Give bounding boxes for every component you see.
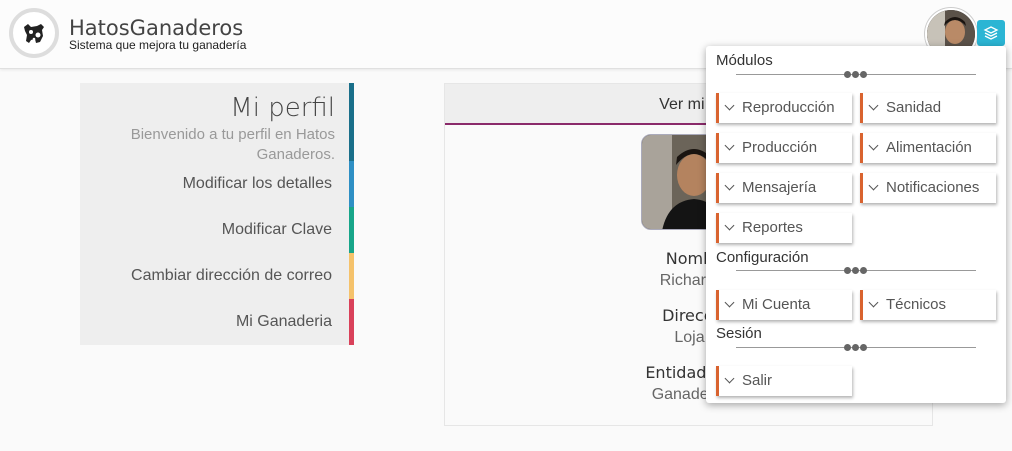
menu-item-modify-password[interactable]: Modificar Clave — [80, 207, 354, 253]
module-button-sanidad[interactable]: Sanidad — [860, 93, 996, 123]
module-button-reportes[interactable]: Reportes — [716, 213, 852, 243]
modules-dropdown: Módulos Reproducción Sanidad Producción … — [706, 46, 1006, 403]
chevron-down-icon — [868, 180, 879, 191]
config-button-tecnicos[interactable]: Técnicos — [860, 290, 996, 320]
section-title-configuration: Configuración — [716, 249, 809, 266]
menu-item-change-email[interactable]: Cambiar dirección de correo — [80, 253, 354, 299]
config-button-mi-cuenta[interactable]: Mi Cuenta — [716, 290, 852, 320]
brand-subtitle: Sistema que mejora tu ganadería — [69, 38, 247, 52]
page-title: Mi perfil — [230, 93, 335, 123]
brand-title[interactable]: HatosGanaderos — [69, 16, 243, 40]
button-label: Salir — [742, 372, 773, 389]
section-title-modules: Módulos — [716, 52, 773, 69]
section-title-session: Sesión — [716, 325, 762, 342]
button-label: Mensajería — [742, 179, 817, 196]
button-label: Sanidad — [886, 99, 942, 116]
dots-icon — [844, 266, 868, 277]
button-label: Producción — [742, 139, 818, 156]
profile-menu-header: Mi perfil Bienvenido a tu perfil en Hato… — [80, 83, 354, 163]
button-label: Mi Cuenta — [742, 296, 811, 313]
welcome-text: Bienvenido a tu perfil en Hatos Ganadero… — [130, 126, 335, 163]
chevron-down-icon — [868, 100, 879, 111]
chevron-down-icon — [724, 140, 735, 151]
chevron-down-icon — [724, 297, 735, 308]
chevron-down-icon — [724, 373, 735, 384]
layers-icon[interactable] — [977, 20, 1005, 46]
cow-icon[interactable] — [9, 8, 59, 58]
button-label: Técnicos — [886, 296, 947, 313]
chevron-down-icon — [724, 180, 735, 191]
chevron-down-icon — [868, 140, 879, 151]
module-button-produccion[interactable]: Producción — [716, 133, 852, 163]
button-label: Alimentación — [886, 139, 972, 156]
chevron-down-icon — [724, 220, 735, 231]
module-button-reproduccion[interactable]: Reproducción — [716, 93, 852, 123]
dots-icon — [844, 70, 868, 81]
dots-icon — [844, 343, 868, 354]
module-button-notificaciones[interactable]: Notificaciones — [860, 173, 996, 203]
profile-menu: Mi perfil Bienvenido a tu perfil en Hato… — [80, 83, 354, 345]
button-label: Reportes — [742, 219, 803, 236]
logout-button[interactable]: Salir — [716, 366, 852, 396]
menu-item-my-ranch[interactable]: Mi Ganaderia — [80, 299, 354, 345]
chevron-down-icon — [724, 100, 735, 111]
button-label: Reproducción — [742, 99, 835, 116]
module-button-alimentacion[interactable]: Alimentación — [860, 133, 996, 163]
button-label: Notificaciones — [886, 179, 980, 196]
chevron-down-icon — [868, 297, 879, 308]
menu-item-modify-details[interactable]: Modificar los detalles — [80, 161, 354, 207]
module-button-mensajeria[interactable]: Mensajería — [716, 173, 852, 203]
